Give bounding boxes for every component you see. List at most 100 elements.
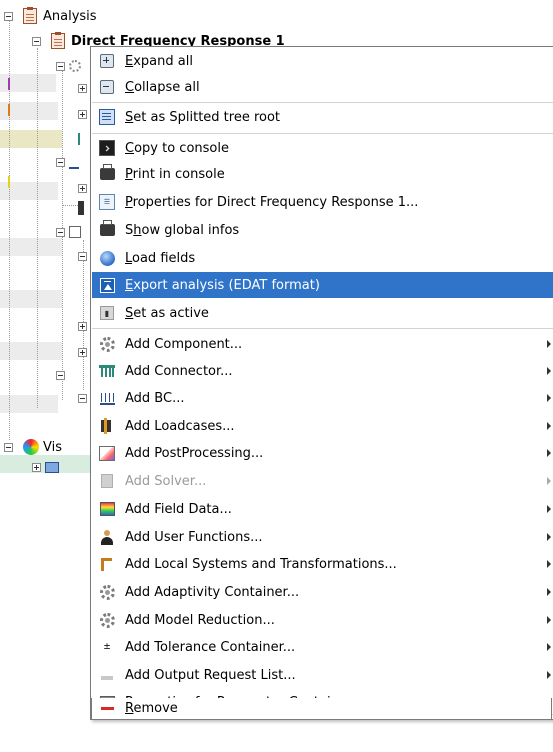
tree-node-display[interactable] — [32, 457, 63, 477]
collapse-toggle-icon[interactable] — [4, 442, 13, 452]
submenu-arrow-icon — [547, 588, 551, 596]
menu-separator — [92, 102, 553, 103]
export-icon — [99, 277, 115, 293]
gear-icon — [99, 584, 115, 600]
tree-node-bc[interactable] — [56, 152, 79, 172]
menu-item-print-in-console[interactable]: Print in console — [92, 161, 553, 187]
menu-item-set-splitted-tree-root[interactable]: Set as Splitted tree root — [92, 104, 553, 130]
menu-separator — [92, 133, 553, 134]
tree-node-connector[interactable] — [78, 129, 88, 149]
bc-icon — [99, 391, 115, 405]
menu-item-load-fields[interactable]: Load fields — [92, 245, 553, 271]
collapse-toggle-icon[interactable] — [4, 11, 13, 21]
menu-item-collapse-all[interactable]: Collapse all — [92, 74, 553, 100]
expand-toggle-icon[interactable] — [32, 462, 41, 472]
postprocessing-icon — [69, 226, 81, 238]
collapse-toggle-icon[interactable] — [56, 370, 65, 380]
tree-node-label: Analysis — [43, 8, 97, 24]
menu-item-add-connector[interactable]: Add Connector... — [92, 358, 553, 384]
expand-toggle-icon[interactable] — [78, 183, 87, 193]
submenu-arrow-icon — [547, 422, 551, 430]
menu-item-add-model-reduction[interactable]: Add Model Reduction... — [92, 607, 553, 633]
submenu-arrow-icon — [547, 394, 551, 402]
menu-item-add-local-systems[interactable]: Add Local Systems and Transformations... — [92, 551, 553, 577]
menu-item-copy-to-console[interactable]: Copy to console — [92, 135, 553, 161]
tree-node-child[interactable] — [56, 365, 69, 385]
expand-all-icon — [100, 54, 114, 68]
menu-item-label: Add Model Reduction... — [125, 612, 275, 628]
tree-node-analysis[interactable]: Analysis — [4, 6, 97, 26]
menu-item-label: rint in console — [132, 166, 225, 182]
menu-item-mnemonic: L — [125, 250, 133, 266]
collapse-toggle-icon[interactable] — [78, 251, 87, 261]
menu-item-label: Add BC... — [125, 390, 185, 406]
submenu-arrow-icon — [547, 643, 551, 651]
menu-item-label: Add PostProcessing... — [125, 445, 264, 461]
menu-item-label: Add Local Systems and Transformations... — [125, 556, 397, 572]
menu-item-set-as-active[interactable]: ▮ Set as active — [92, 300, 553, 326]
bc-icon — [69, 155, 79, 169]
monitor-icon — [45, 461, 59, 473]
clipboard-icon — [51, 32, 65, 49]
color-sphere-icon — [23, 439, 39, 455]
menu-item-expand-all[interactable]: Expand all — [92, 48, 553, 74]
connector-icon — [78, 133, 88, 145]
menu-item-export-analysis[interactable]: Export analysis (EDAT format) — [92, 272, 553, 298]
status-mark — [8, 176, 10, 188]
gear-icon — [69, 60, 81, 72]
menu-item-label: xport analysis (EDAT format) — [133, 277, 320, 293]
submenu-arrow-icon — [547, 340, 551, 348]
menu-item-mnemonic: P — [125, 166, 133, 182]
status-mark — [8, 78, 10, 90]
tree-node-components[interactable] — [56, 56, 81, 76]
menu-item-add-postprocessing[interactable]: Add PostProcessing... — [92, 440, 553, 466]
tree-node-label: Vis — [43, 439, 62, 455]
menu-item-add-adaptivity-container[interactable]: Add Adaptivity Container... — [92, 579, 553, 605]
clipboard-icon — [23, 7, 37, 24]
menu-item-add-output-request-list[interactable]: Add Output Request List... — [92, 662, 553, 688]
menu-item-show-global-infos[interactable]: Show global infos — [92, 217, 553, 243]
menu-item-mnemonic: P — [125, 194, 133, 210]
collapse-toggle-icon[interactable] — [78, 393, 87, 403]
menu-item-label: Add Solver... — [125, 473, 207, 489]
collapse-toggle-icon[interactable] — [56, 227, 65, 237]
console-icon — [99, 140, 115, 156]
collapse-toggle-icon[interactable] — [32, 36, 41, 46]
menu-item-label: ow global infos — [141, 222, 240, 238]
menu-item-add-bc[interactable]: Add BC... — [92, 385, 553, 411]
menu-item-add-user-functions[interactable]: Add User Functions... — [92, 524, 553, 550]
menu-item-label: oad fields — [132, 250, 196, 266]
menu-item-mnemonic: C — [125, 140, 135, 156]
collapse-all-icon — [100, 80, 114, 94]
expand-toggle-icon[interactable] — [78, 83, 87, 93]
loadcases-icon — [78, 201, 84, 215]
collapse-toggle-icon[interactable] — [56, 61, 65, 71]
expand-toggle-icon[interactable] — [78, 109, 87, 119]
menu-item-add-loadcases[interactable]: Add Loadcases... — [92, 413, 553, 439]
tree-node-postprocessing[interactable] — [56, 222, 81, 242]
expand-toggle-icon[interactable] — [78, 347, 87, 357]
collapse-toggle-icon[interactable] — [56, 157, 65, 167]
tree-node-visualization[interactable]: Vis — [4, 437, 62, 457]
submenu-arrow-icon — [547, 616, 551, 624]
menu-item-mnemonic: h — [133, 222, 142, 238]
tree-node-loadcase[interactable] — [78, 198, 84, 218]
menu-item-remove[interactable]: Remove — [91, 698, 552, 720]
submenu-arrow-icon — [547, 367, 551, 375]
tolerance-icon: ± — [103, 642, 111, 652]
globe-icon — [99, 250, 115, 266]
menu-item-label: et as Splitted tree root — [133, 109, 281, 125]
submenu-arrow-icon — [547, 533, 551, 541]
loadcases-icon — [100, 418, 114, 434]
expand-toggle-icon[interactable] — [78, 321, 87, 331]
menu-item-add-tolerance-container[interactable]: ± Add Tolerance Container... — [92, 634, 553, 660]
menu-item-add-component[interactable]: Add Component... — [92, 331, 553, 357]
application-window: Analysis Direct Frequency Response 1 Vis… — [0, 0, 553, 752]
split-tree-icon — [99, 109, 115, 125]
output-request-icon — [101, 676, 113, 680]
printer-icon — [99, 220, 115, 236]
menu-item-label: roperties for Direct Frequency Response … — [132, 194, 419, 210]
menu-item-properties-dfr[interactable]: ☰ Properties for Direct Frequency Respon… — [92, 189, 553, 215]
menu-item-add-field-data[interactable]: Add Field Data... — [92, 496, 553, 522]
menu-item-label: emove — [133, 701, 178, 716]
